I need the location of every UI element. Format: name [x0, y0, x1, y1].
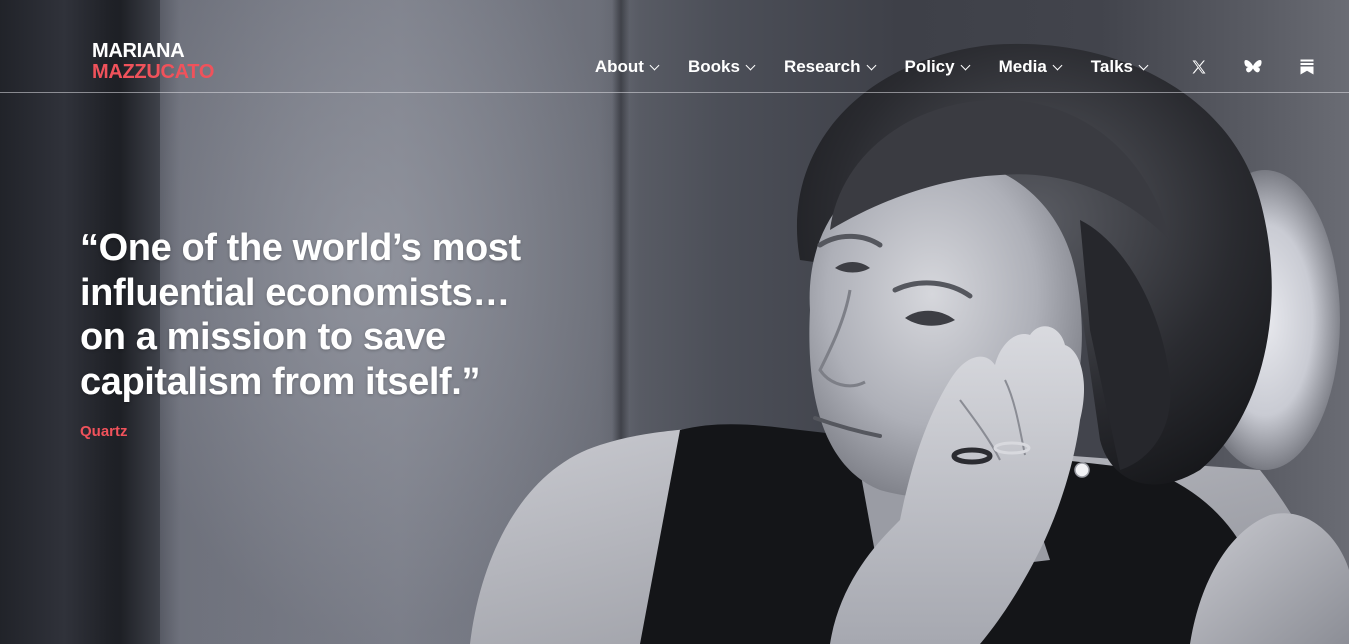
nav-item-label: Media — [998, 57, 1047, 76]
nav-item-talks[interactable]: Talks — [1090, 57, 1149, 77]
site-logo[interactable]: MARIANA MAZZUCATO — [92, 41, 214, 83]
quote-line: capitalism from itself.” — [80, 360, 481, 403]
nav-item-label: Policy — [904, 57, 955, 76]
bluesky-link[interactable] — [1241, 55, 1265, 79]
logo-last-name: MAZZUCATO — [92, 61, 215, 83]
chevron-down-icon — [1052, 60, 1063, 70]
quote-line: on a mission to save — [80, 316, 446, 358]
quote-source: Quartz — [80, 423, 128, 440]
nav-item-about[interactable]: About — [594, 57, 660, 77]
bluesky-butterfly-icon — [1244, 60, 1262, 73]
quote-line: “One of the world’s most — [80, 227, 521, 269]
logo-first-name: MARIANA — [92, 40, 185, 62]
chevron-down-icon — [1138, 60, 1149, 70]
nav-item-media[interactable]: Media — [998, 57, 1063, 77]
nav-item-label: About — [594, 57, 644, 76]
chevron-down-icon — [649, 60, 660, 70]
site-header: MARIANA MAZZUCATO About Books Research P… — [0, 0, 1349, 93]
chevron-down-icon — [866, 60, 876, 70]
hero-section: MARIANA MAZZUCATO About Books Research P… — [0, 0, 1349, 644]
substack-link[interactable] — [1295, 55, 1319, 79]
chevron-down-icon — [745, 60, 756, 70]
main-nav: About Books Research Policy Media Talks — [595, 55, 1319, 79]
substack-icon — [1300, 59, 1314, 75]
nav-item-label: Research — [783, 57, 861, 76]
chevron-down-icon — [960, 60, 971, 70]
quote-line: influential economists… — [80, 271, 510, 314]
x-icon — [1192, 60, 1206, 74]
nav-item-policy[interactable]: Policy — [904, 57, 971, 77]
nav-item-label: Books — [687, 57, 740, 76]
nav-item-books[interactable]: Books — [687, 57, 756, 77]
hero-quote: “One of the world’s most influential eco… — [80, 226, 640, 404]
nav-item-label: Talks — [1090, 57, 1133, 76]
x-link[interactable] — [1187, 55, 1211, 79]
nav-item-research[interactable]: Research — [783, 57, 876, 77]
